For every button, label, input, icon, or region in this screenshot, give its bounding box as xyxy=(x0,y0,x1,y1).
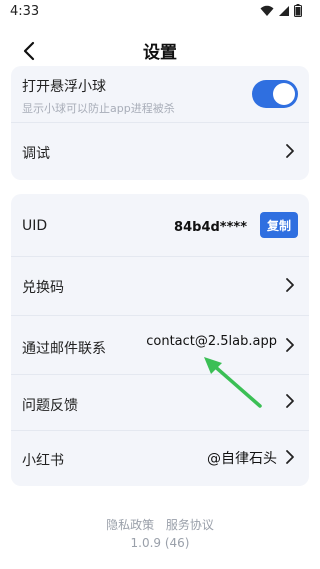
signal-icon xyxy=(279,5,289,16)
debug-row[interactable]: 调试 xyxy=(11,123,309,180)
chevron-right-icon xyxy=(286,144,294,158)
redeem-code-row[interactable]: 兑换码 xyxy=(11,257,309,316)
xiaohongshu-label: 小红书 xyxy=(22,453,64,469)
uid-value: 84b4d**** xyxy=(174,220,247,235)
settings-content: 打开悬浮小球 显示小球可以防止app进程被杀 调试 UID 84b4d**** … xyxy=(0,66,320,569)
chevron-right-icon xyxy=(286,278,294,292)
floating-ball-row: 打开悬浮小球 显示小球可以防止app进程被杀 xyxy=(11,66,309,123)
chevron-right-icon xyxy=(286,394,294,408)
terms-of-service-link[interactable]: 服务协议 xyxy=(166,518,214,532)
floating-ball-label: 打开悬浮小球 xyxy=(22,79,106,95)
settings-card-general: 打开悬浮小球 显示小球可以防止app进程被杀 调试 xyxy=(11,66,309,180)
privacy-policy-link[interactable]: 隐私政策 xyxy=(106,518,154,532)
settings-card-account: UID 84b4d**** 复制 兑换码 通过邮件联系 contact@2.5l… xyxy=(11,194,309,486)
status-icons xyxy=(260,4,302,17)
floating-ball-toggle[interactable] xyxy=(252,80,298,108)
uid-label: UID xyxy=(22,218,48,234)
uid-row: UID 84b4d**** 复制 xyxy=(11,194,309,257)
app-version: 1.0.9 (46) xyxy=(130,536,190,550)
email-value: contact@2.5lab.app xyxy=(146,334,277,349)
wifi-icon xyxy=(260,5,274,16)
xiaohongshu-value: @自律石头 xyxy=(207,451,277,467)
footer-links: 隐私政策 服务协议 xyxy=(0,516,320,533)
xiaohongshu-row[interactable]: 小红书 @自律石头 xyxy=(11,431,309,486)
copy-uid-button[interactable]: 复制 xyxy=(260,212,298,238)
chevron-right-icon xyxy=(286,338,294,352)
status-bar: 4:33 xyxy=(0,0,320,26)
bottom-bar xyxy=(0,561,320,569)
floating-ball-description: 显示小球可以防止app进程被杀 xyxy=(22,102,175,115)
battery-icon xyxy=(294,4,302,17)
toggle-knob xyxy=(273,83,295,105)
redeem-code-label: 兑换码 xyxy=(22,280,64,296)
chevron-right-icon xyxy=(286,450,294,464)
status-time: 4:33 xyxy=(10,4,40,19)
debug-label: 调试 xyxy=(22,146,50,162)
annotation-arrow-icon xyxy=(204,357,262,408)
email-contact-label: 通过邮件联系 xyxy=(22,341,106,357)
page-title: 设置 xyxy=(143,43,177,63)
feedback-label: 问题反馈 xyxy=(22,398,78,414)
